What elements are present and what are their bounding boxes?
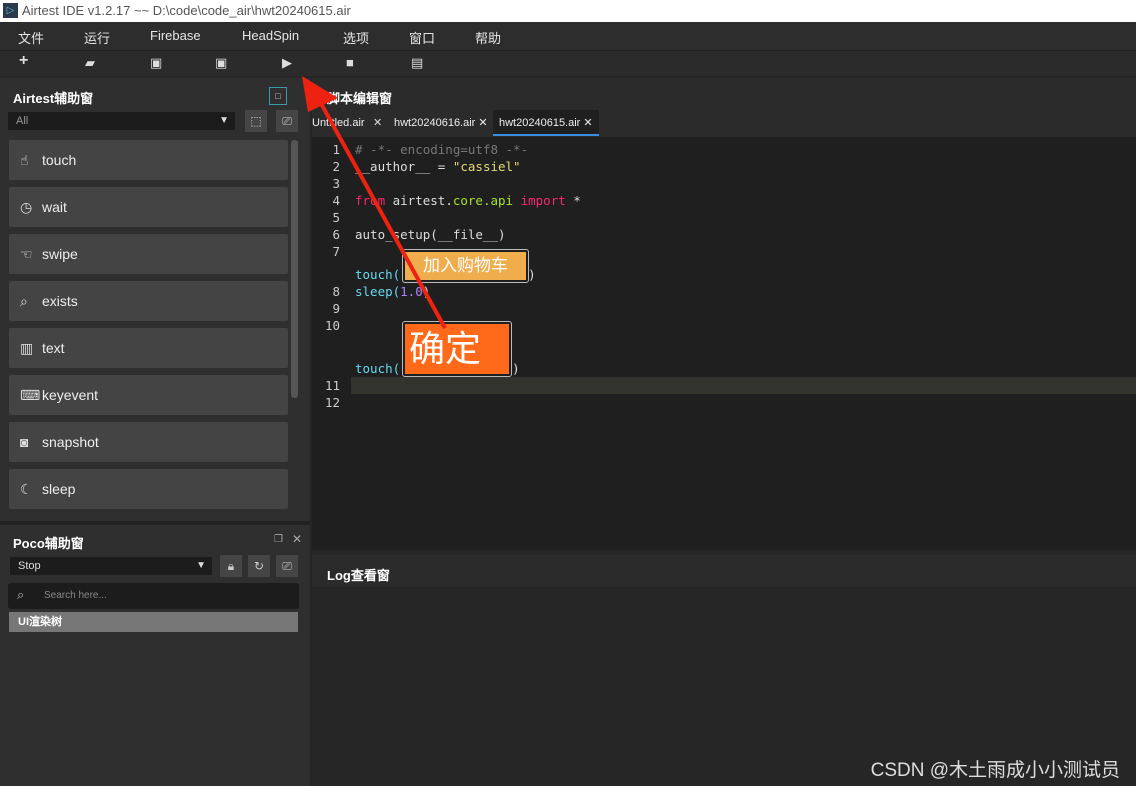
red-arrow-annotation: [302, 76, 447, 329]
